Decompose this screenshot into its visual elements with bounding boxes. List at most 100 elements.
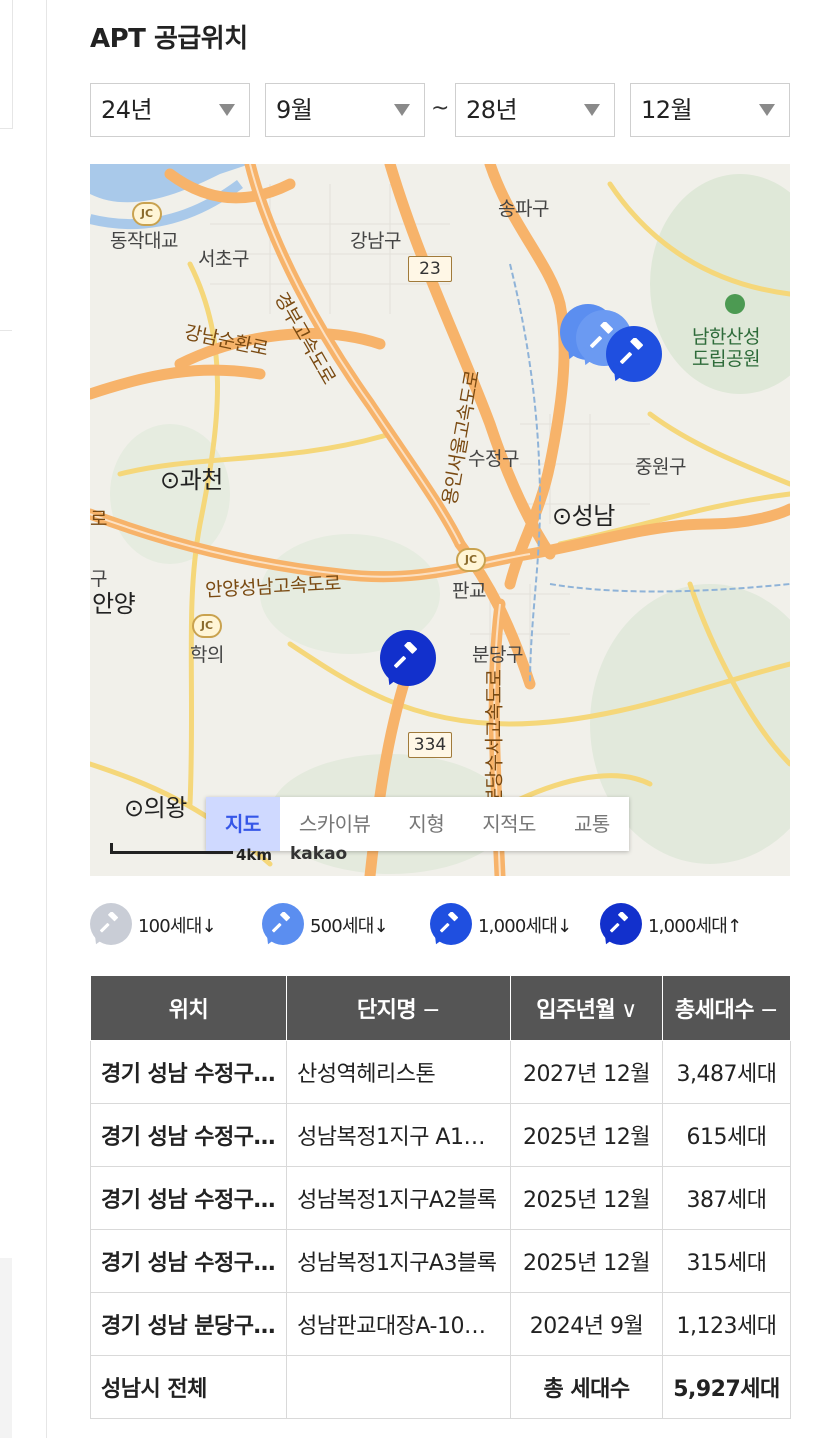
gavel-icon [272, 912, 291, 933]
sort-icon: − [760, 998, 778, 1023]
map-scale-bar [110, 843, 233, 854]
legend-marker [90, 903, 132, 948]
cell-location: 경기 성남 수정구 산성동 [90, 1040, 287, 1104]
gavel-icon [620, 338, 643, 364]
table-row[interactable]: 경기 성남 수정구 복정동 성남복정1지구 A1블록 2025년 12월 615… [90, 1103, 791, 1167]
gutter-panel-bottom [0, 1258, 12, 1438]
legend-item-500: 500세대↓ [262, 900, 389, 950]
cell-households: 3,487세대 [662, 1040, 791, 1104]
tab-traffic[interactable]: 교통 [555, 797, 629, 851]
map-label: 학의 [190, 644, 224, 666]
table-row[interactable]: 경기 성남 수정구 복정동 성남복정1지구A3블록 2025년 12월 315세… [90, 1229, 791, 1293]
map-label: 판교 [452, 580, 486, 602]
supply-table: 위치 단지명− 입주년월∨ 총세대수− 경기 성남 수정구 산성동 산성역헤리스… [90, 975, 791, 1419]
map-park-label-line2: 도립공원 [692, 348, 760, 370]
left-gutter [0, 0, 47, 1438]
sort-icon: − [422, 998, 441, 1023]
column-header-location[interactable]: 위치 [90, 975, 287, 1041]
map-scale-label: 4km [236, 846, 273, 864]
end-month-value: 12월 [641, 96, 693, 124]
legend-item-1000-up: 1,000세대↑ [600, 900, 742, 950]
map-city-label: ⊙성남 [552, 502, 616, 530]
cell-complex: 산성역헤리스톤 [286, 1040, 511, 1104]
junction-icon: JC [132, 202, 162, 226]
supply-marker-1000-up[interactable] [380, 630, 436, 689]
cell-households: 387세대 [662, 1166, 791, 1230]
legend-label: 500세대↓ [310, 916, 389, 937]
table-header-row: 위치 단지명 − 입주년월 ∨ 총세대수 − [90, 975, 791, 1041]
supply-map[interactable]: 동작대교 서초구 강남구 송파구 강남순환로 경부고속도로 용인서울고속도로 수… [90, 164, 790, 876]
supply-marker-1000-down[interactable] [606, 326, 662, 385]
section-title: APT 공급위치 [90, 24, 248, 54]
column-header-households[interactable]: 총세대수 − [662, 975, 791, 1041]
map-label: 중원구 [635, 456, 686, 478]
map-label: 수정구 [468, 448, 519, 470]
legend-marker [600, 903, 642, 948]
cell-move-in: 2024년 9월 [510, 1292, 663, 1356]
legend-marker [262, 903, 304, 948]
gavel-icon [394, 642, 417, 668]
dropdown-arrow-icon [584, 104, 600, 116]
end-year-value: 28년 [466, 96, 518, 124]
sort-desc-icon: ∨ [621, 998, 637, 1023]
start-year-value: 24년 [101, 96, 153, 124]
map-provider-logo: kakao [290, 844, 348, 864]
map-park-label: 남한산성 도립공원 [692, 326, 760, 370]
cell-empty [286, 1355, 511, 1419]
map-park-label-line1: 남한산성 [692, 326, 760, 348]
legend-item-100: 100세대↓ [90, 900, 217, 950]
gutter-panel-top [0, 0, 13, 129]
dropdown-arrow-icon [394, 104, 410, 116]
dropdown-arrow-icon [759, 104, 775, 116]
range-separator: ~ [431, 96, 450, 121]
cell-households: 1,123세대 [662, 1292, 791, 1356]
cell-total-label: 성남시 전체 [90, 1355, 287, 1419]
table-row[interactable]: 경기 성남 분당구 대장동 성남판교대장A-10블록 2024년 9월 1,12… [90, 1292, 791, 1356]
cell-location: 경기 성남 수정구 복정동 [90, 1166, 287, 1230]
map-city-label: ⊙과천 [160, 466, 224, 494]
map-label: 분당구 [472, 644, 523, 666]
map-city-name: 의왕 [143, 794, 188, 822]
table-row[interactable]: 경기 성남 수정구 산성동 산성역헤리스톤 2027년 12월 3,487세대 [90, 1040, 791, 1104]
cell-households: 615세대 [662, 1103, 791, 1167]
end-month-select[interactable]: 12월 [630, 83, 790, 137]
start-year-select[interactable]: 24년 [90, 83, 250, 137]
route-shield: 23 [408, 256, 452, 282]
map-road-label: 로 [90, 508, 107, 530]
dropdown-arrow-icon [219, 104, 235, 116]
gavel-icon [100, 912, 119, 933]
tab-skyview[interactable]: 스카이뷰 [280, 797, 390, 851]
gavel-icon [610, 912, 629, 933]
table-row[interactable]: 경기 성남 수정구 복정동 성남복정1지구A2블록 2025년 12월 387세… [90, 1166, 791, 1230]
map-city-name: 성남 [571, 502, 616, 530]
column-header-complex[interactable]: 단지명 − [286, 975, 511, 1041]
legend-label: 1,000세대↑ [648, 916, 742, 937]
cell-move-in: 2025년 12월 [510, 1166, 663, 1230]
cell-move-in: 2025년 12월 [510, 1103, 663, 1167]
cell-complex: 성남복정1지구A2블록 [286, 1166, 511, 1230]
cell-move-in: 2025년 12월 [510, 1229, 663, 1293]
map-label: 동작대교 [110, 230, 178, 252]
table-total-row: 성남시 전체 총 세대수 5,927세대 [90, 1355, 791, 1419]
cell-location: 경기 성남 수정구 복정동 [90, 1229, 287, 1293]
tab-cadastral[interactable]: 지적도 [463, 797, 555, 851]
tab-terrain[interactable]: 지형 [389, 797, 463, 851]
cell-households: 315세대 [662, 1229, 791, 1293]
cell-complex: 성남복정1지구A3블록 [286, 1229, 511, 1293]
end-year-select[interactable]: 28년 [455, 83, 615, 137]
legend-marker [430, 903, 472, 948]
route-shield: 334 [408, 732, 452, 758]
legend-label: 100세대↓ [138, 916, 217, 937]
column-header-move-in[interactable]: 입주년월 ∨ [510, 975, 663, 1041]
start-month-select[interactable]: 9월 [265, 83, 425, 137]
map-city-name: 과천 [179, 466, 224, 494]
marker-legend: 100세대↓ 500세대↓ 1,000세대↓ 1,000세대↑ [90, 900, 790, 950]
legend-item-1000-down: 1,000세대↓ [430, 900, 572, 950]
cell-total-caption: 총 세대수 [510, 1355, 663, 1419]
map-road-label: 분당수서고속도로 [483, 669, 506, 806]
map-label: 송파구 [498, 198, 549, 220]
gavel-icon [440, 912, 459, 933]
start-month-value: 9월 [276, 96, 313, 124]
junction-icon: JC [456, 548, 486, 572]
cell-complex: 성남복정1지구 A1블록 [286, 1103, 511, 1167]
